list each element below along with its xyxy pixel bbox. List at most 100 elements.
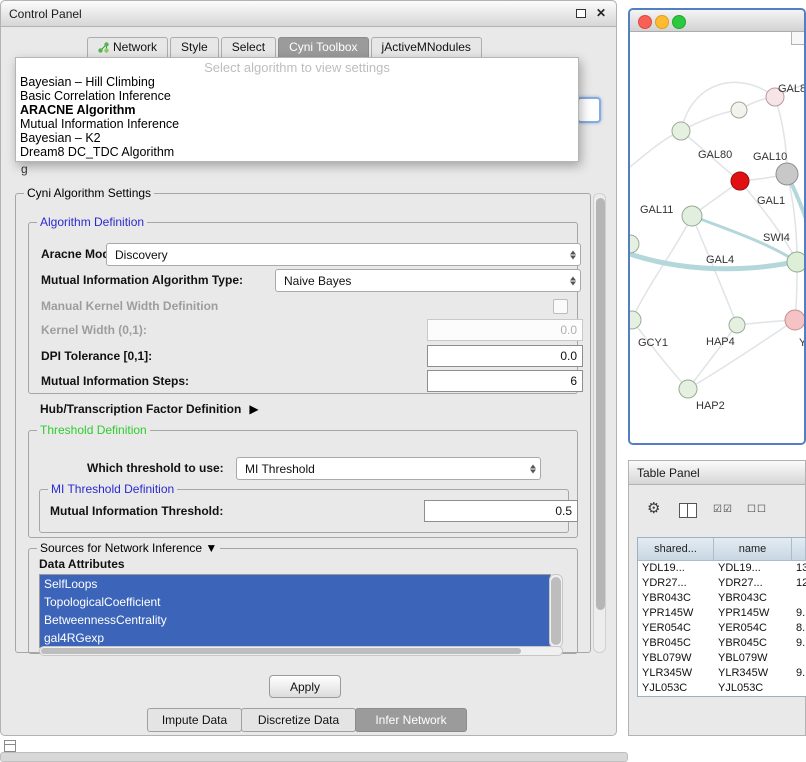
algorithm-option-bayesian-hill-climbing[interactable]: Bayesian – Hill Climbing: [16, 75, 578, 89]
table-cell: YLR345W: [638, 666, 714, 681]
table-row[interactable]: YBR045CYBR045C9.: [638, 636, 806, 651]
table-row[interactable]: YBR043CYBR043C: [638, 591, 806, 606]
network-edge[interactable]: [632, 320, 688, 389]
manual-kernel-width-checkbox[interactable]: [553, 299, 568, 314]
algorithm-option-mutual-information-inference[interactable]: Mutual Information Inference: [16, 117, 578, 131]
tab-style[interactable]: Style: [170, 37, 219, 58]
screen: Control Panel ✕ NetworkStyleSelectCyni T…: [0, 0, 806, 762]
attribute-item-selfloops[interactable]: SelfLoops: [40, 575, 550, 593]
node-label-hap4: HAP4: [706, 336, 735, 348]
settings-scrollbar[interactable]: [593, 193, 606, 653]
aracne-mode-select[interactable]: Discovery: [106, 243, 581, 266]
algorithm-option-basic-correlation-inference[interactable]: Basic Correlation Inference: [16, 89, 578, 103]
apply-button[interactable]: Apply: [269, 675, 341, 698]
mi-threshold-field[interactable]: 0.5: [424, 500, 578, 522]
table-settings-gear-icon[interactable]: ⚙: [647, 499, 660, 517]
table-row[interactable]: YER054CYER054C8.: [638, 621, 806, 636]
kernel-width-label: Kernel Width (0,1):: [41, 323, 147, 337]
dpi-tolerance-field[interactable]: 0.0: [427, 345, 583, 367]
network-canvas[interactable]: GAL8GAL80GAL10GAL11GAL1SWI4GAL4GCY1HAP4Y…: [630, 32, 804, 443]
which-threshold-select[interactable]: MI Threshold: [236, 457, 541, 480]
hub-definition-row[interactable]: Hub/Transcription Factor Definition▶: [40, 400, 259, 418]
float-window-icon[interactable]: [576, 9, 586, 18]
table-cell: YBR045C: [638, 636, 714, 651]
kernel-width-value: 0.0: [560, 323, 577, 337]
network-node[interactable]: [682, 206, 702, 226]
network-edge[interactable]: [740, 181, 797, 262]
data-attributes-list[interactable]: SelfLoopsTopologicalCoefficientBetweenne…: [39, 574, 551, 648]
tab-cyni-toolbox[interactable]: Cyni Toolbox: [278, 37, 368, 58]
mi-algorithm-type-value: Naive Bayes: [284, 274, 351, 288]
network-node[interactable]: [630, 311, 641, 329]
network-node[interactable]: [787, 252, 804, 272]
node-label-gcy1: GCY1: [638, 337, 668, 349]
show-columns-icon[interactable]: [679, 503, 697, 518]
minimize-traffic-light-icon[interactable]: [655, 15, 669, 29]
attributes-vertical-scrollbar[interactable]: [549, 574, 563, 648]
deselect-all-checks-icon[interactable]: ☐☐: [747, 504, 767, 515]
network-node[interactable]: [731, 102, 747, 118]
network-node[interactable]: [776, 163, 798, 185]
network-node[interactable]: [731, 172, 749, 190]
table-row[interactable]: YJL053CYJL053C: [638, 681, 806, 696]
zoom-traffic-light-icon[interactable]: [672, 15, 686, 29]
mi-threshold-group-title: MI Threshold Definition: [48, 482, 177, 496]
close-icon[interactable]: ✕: [596, 6, 606, 20]
bottom-tab-infer-network[interactable]: Infer Network: [355, 708, 467, 732]
table-row[interactable]: YLR345WYLR345W9.: [638, 666, 806, 681]
minimized-panel-icon[interactable]: [4, 740, 16, 752]
attributes-horizontal-scrollbar[interactable]: [39, 646, 563, 656]
tab-jactivemnodules[interactable]: jActiveMNodules: [371, 37, 482, 58]
algorithm-option-aracne-algorithm[interactable]: ARACNE Algorithm: [16, 103, 578, 117]
network-node[interactable]: [630, 235, 639, 253]
mi-algorithm-type-label: Mutual Information Algorithm Type:: [41, 273, 243, 287]
kernel-width-field[interactable]: 0.0: [427, 319, 583, 341]
table-cell: YER054C: [638, 621, 714, 636]
network-node[interactable]: [785, 310, 804, 330]
network-node[interactable]: [679, 380, 697, 398]
expand-arrow-icon[interactable]: ▶: [249, 402, 258, 416]
aracne-mode-value: Discovery: [115, 248, 168, 262]
table-row[interactable]: YBL079WYBL079W: [638, 651, 806, 666]
table-column-header-name[interactable]: name: [714, 538, 792, 560]
control-panel-titlebar[interactable]: Control Panel ✕: [1, 1, 616, 27]
select-all-checks-icon[interactable]: ☑☑: [713, 504, 733, 515]
close-traffic-light-icon[interactable]: [638, 15, 652, 29]
tab-select[interactable]: Select: [221, 37, 276, 58]
threshold-definition-group: Threshold Definition Which threshold to …: [28, 430, 578, 538]
bottom-tab-impute-data[interactable]: Impute Data: [147, 708, 242, 732]
attribute-item-topologicalcoefficient[interactable]: TopologicalCoefficient: [40, 593, 550, 611]
tab-network[interactable]: Network: [87, 37, 168, 58]
attribute-item-betweennesscentrality[interactable]: BetweennessCentrality: [40, 611, 550, 629]
mi-algorithm-type-select[interactable]: Naive Bayes: [275, 269, 581, 292]
network-edge[interactable]: [688, 325, 737, 389]
algorithm-combobox-fragment[interactable]: [577, 97, 601, 123]
sources-title-text: Sources for Network Inference: [40, 541, 202, 555]
node-table: shared...name YDL19...YDL19...13YDR27...…: [637, 537, 806, 697]
network-window-titlebar[interactable]: [630, 10, 804, 32]
table-cell: 9.: [792, 636, 806, 651]
table-row[interactable]: YDR27...YDR27...12: [638, 576, 806, 591]
table-column-header-shared[interactable]: shared...: [638, 538, 714, 560]
table-cell: YBR043C: [714, 591, 792, 606]
table-row[interactable]: YPR145WYPR145W9.: [638, 606, 806, 621]
attribute-item-gal4rgexp[interactable]: gal4RGexp: [40, 629, 550, 647]
cyni-settings-title: Cyni Algorithm Settings: [24, 186, 154, 200]
table-panel-titlebar[interactable]: Table Panel: [629, 461, 805, 485]
collapse-arrow-icon[interactable]: ▼: [205, 541, 217, 555]
table-column-header-extra[interactable]: [792, 538, 806, 560]
table-cell: YJL053C: [638, 681, 714, 696]
algorithm-option-bayesian-k2[interactable]: Bayesian – K2: [16, 131, 578, 145]
network-node[interactable]: [729, 317, 745, 333]
mi-threshold-value: 0.5: [555, 504, 572, 518]
table-cell: YBR045C: [714, 636, 792, 651]
mi-steps-field[interactable]: 6: [427, 370, 583, 392]
cyni-algorithm-settings-group: Cyni Algorithm Settings Algorithm Defini…: [15, 193, 591, 653]
network-node[interactable]: [672, 122, 690, 140]
algorithm-option-dream8-dc-tdc-algorithm[interactable]: Dream8 DC_TDC Algorithm: [16, 145, 578, 159]
table-cell: [792, 591, 806, 606]
table-row[interactable]: YDL19...YDL19...13: [638, 561, 806, 576]
control-panel-title: Control Panel: [9, 7, 82, 21]
bottom-tab-discretize-data[interactable]: Discretize Data: [241, 708, 356, 732]
algorithm-dropdown-placeholder: Select algorithm to view settings: [16, 60, 578, 75]
